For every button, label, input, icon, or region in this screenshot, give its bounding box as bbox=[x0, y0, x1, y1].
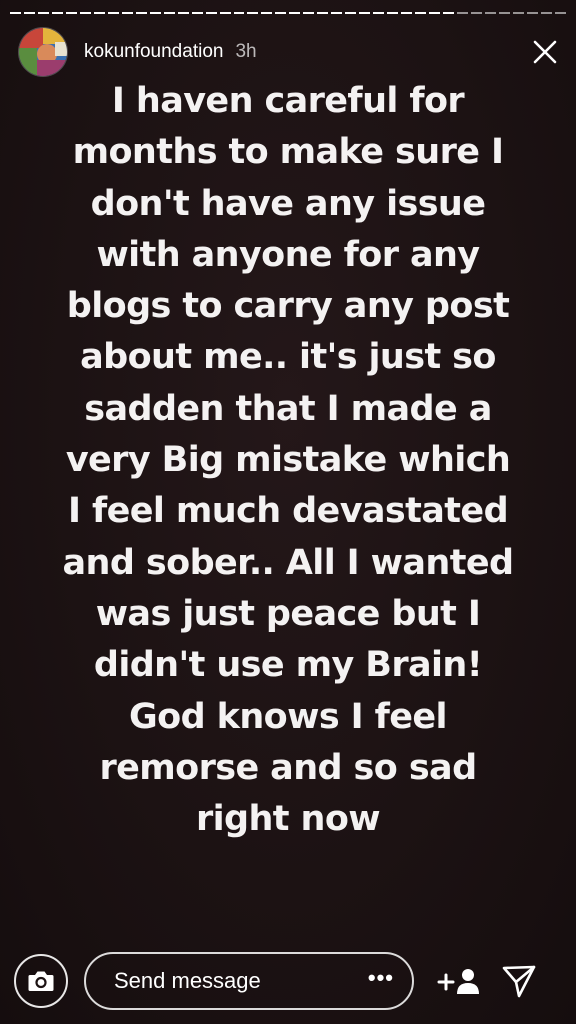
progress-segment bbox=[526, 12, 538, 14]
progress-segment bbox=[177, 12, 189, 14]
progress-segment bbox=[191, 12, 203, 14]
avatar[interactable] bbox=[18, 27, 68, 77]
progress-segment bbox=[79, 12, 91, 14]
progress-segment bbox=[443, 12, 454, 14]
progress-segment bbox=[163, 12, 175, 14]
progress-segment bbox=[484, 12, 496, 14]
post-time: 3h bbox=[235, 41, 257, 62]
paper-plane-icon bbox=[502, 965, 536, 998]
progress-segment bbox=[121, 12, 133, 14]
avatar-image bbox=[19, 28, 67, 76]
progress-segment bbox=[331, 12, 343, 14]
close-button[interactable] bbox=[528, 35, 562, 69]
progress-segment bbox=[289, 12, 301, 14]
progress-segment bbox=[373, 12, 385, 14]
progress-segment bbox=[512, 12, 524, 14]
add-person-icon bbox=[437, 969, 479, 994]
camera-button[interactable] bbox=[14, 954, 68, 1008]
progress-segment bbox=[401, 12, 413, 14]
progress-segment bbox=[51, 12, 63, 14]
progress-segment bbox=[498, 12, 510, 14]
progress-segment bbox=[429, 12, 441, 14]
progress-segment bbox=[317, 12, 329, 14]
send-message-placeholder: Send message bbox=[114, 968, 261, 993]
progress-segment bbox=[554, 12, 566, 14]
progress-segment bbox=[233, 12, 245, 14]
progress-segment bbox=[93, 12, 105, 14]
camera-icon bbox=[28, 971, 54, 991]
progress-segment bbox=[540, 12, 552, 14]
progress-segment bbox=[65, 12, 77, 14]
more-options-button[interactable]: ••• bbox=[368, 967, 394, 995]
progress-segment bbox=[470, 12, 482, 14]
progress-segment bbox=[23, 12, 35, 14]
progress-segment bbox=[247, 12, 259, 14]
progress-segment bbox=[149, 12, 161, 14]
progress-segment bbox=[107, 12, 119, 14]
share-button[interactable] bbox=[498, 960, 540, 1002]
progress-segment bbox=[415, 12, 427, 14]
progress-segment bbox=[359, 12, 371, 14]
send-message-input[interactable]: Send message ••• bbox=[84, 952, 414, 1010]
progress-segment bbox=[387, 12, 399, 14]
progress-segment bbox=[205, 12, 217, 14]
progress-segment bbox=[219, 12, 231, 14]
close-icon bbox=[533, 40, 557, 64]
progress-segment bbox=[135, 12, 147, 14]
progress-segment bbox=[37, 12, 49, 14]
progress-segment bbox=[457, 12, 468, 14]
story-footer: Send message ••• bbox=[14, 950, 562, 1012]
story-header: kokunfoundation 3h bbox=[18, 26, 562, 78]
progress-segment bbox=[275, 12, 287, 14]
username[interactable]: kokunfoundation bbox=[84, 41, 223, 63]
progress-segment bbox=[345, 12, 357, 14]
add-person-button[interactable] bbox=[436, 961, 482, 1001]
progress-segment bbox=[261, 12, 273, 14]
progress-segment bbox=[10, 12, 21, 14]
story-progress-bar bbox=[10, 12, 566, 14]
progress-segment bbox=[303, 12, 315, 14]
story-text: I haven careful for months to make sure … bbox=[62, 81, 515, 840]
story-viewer: kokunfoundation 3h I haven careful for m… bbox=[0, 0, 576, 1024]
